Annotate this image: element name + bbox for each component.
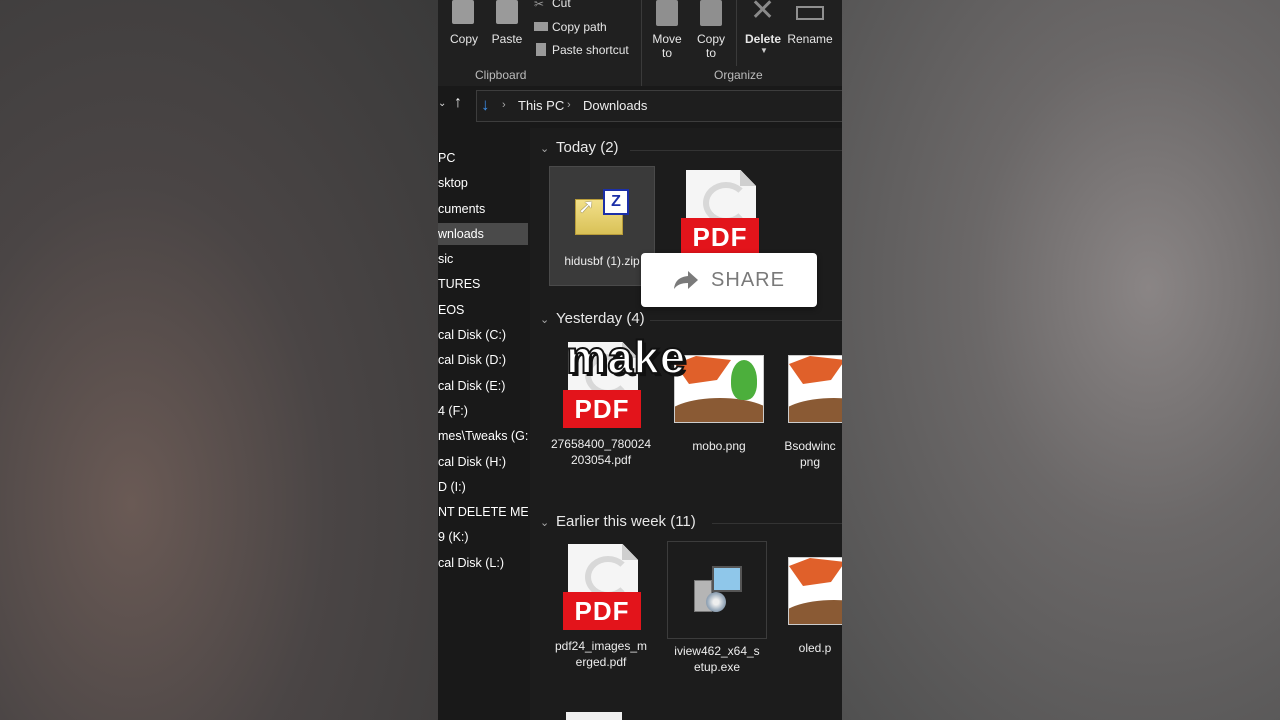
move-to-icon bbox=[656, 0, 678, 26]
file-item-zip[interactable]: Z hidusbf (1).zip bbox=[549, 166, 655, 286]
file-item-partial[interactable] bbox=[566, 712, 622, 720]
nav-item-drive-l[interactable]: cal Disk (L:) bbox=[438, 552, 528, 574]
cut-button[interactable]: ✂ Cut bbox=[534, 0, 630, 13]
nav-item-this-pc[interactable]: PC bbox=[438, 147, 528, 169]
navigation-pane: PC sktop cuments wnloads sic TURES EOS c… bbox=[438, 128, 531, 720]
share-button[interactable]: SHARE bbox=[641, 253, 817, 307]
scissors-icon: ✂ bbox=[534, 0, 545, 11]
paste-shortcut-button[interactable]: Paste shortcut bbox=[534, 41, 634, 59]
organize-group-label: Organize bbox=[714, 68, 763, 82]
nav-item-drive-g[interactable]: mes\Tweaks (G:) bbox=[438, 425, 528, 447]
nav-item-desktop[interactable]: sktop bbox=[438, 172, 528, 194]
nav-item-drive-k[interactable]: 9 (K:) bbox=[438, 526, 528, 548]
nav-item-drive-f[interactable]: 4 (F:) bbox=[438, 400, 528, 422]
nav-item-documents[interactable]: cuments bbox=[438, 198, 528, 220]
breadcrumb-this-pc[interactable]: This PC bbox=[518, 98, 564, 113]
nav-item-drive-d[interactable]: cal Disk (D:) bbox=[438, 349, 528, 371]
chevron-right-icon: › bbox=[502, 99, 506, 111]
chevron-down-icon: ⌄ bbox=[540, 517, 550, 529]
nav-item-drive-h[interactable]: cal Disk (H:) bbox=[438, 451, 528, 473]
copy-to-button[interactable]: Copy to bbox=[694, 0, 728, 62]
group-header-today[interactable]: ⌄ Today (2) bbox=[540, 139, 619, 156]
pdf-file-icon: PDF bbox=[563, 544, 641, 634]
group-header-yesterday[interactable]: ⌄ Yesterday (4) bbox=[540, 310, 645, 327]
caption-overlay: make bbox=[565, 330, 686, 384]
share-arrow-icon bbox=[674, 271, 699, 289]
clipboard-group-label: Clipboard bbox=[475, 68, 527, 82]
close-x-icon: ✕ bbox=[750, 0, 776, 27]
file-item-pdf24-merged[interactable]: PDF pdf24_images_merged.pdf bbox=[548, 544, 654, 670]
nav-item-music[interactable]: sic bbox=[438, 248, 528, 270]
nav-item-drive-e[interactable]: cal Disk (E:) bbox=[438, 375, 528, 397]
group-divider bbox=[712, 523, 842, 524]
file-item-pdf-today[interactable]: PDF bbox=[666, 170, 772, 264]
chevron-right-icon: › bbox=[567, 99, 571, 111]
mouse-cursor-icon: ➚ bbox=[578, 196, 595, 218]
nav-item-downloads[interactable]: wnloads bbox=[438, 223, 528, 245]
file-item-oled-png[interactable]: oled.p bbox=[780, 557, 842, 656]
copy-button[interactable]: Copy bbox=[446, 0, 480, 50]
image-file-icon bbox=[674, 355, 764, 423]
ribbon: Copy Paste ✂ Cut Copy path Paste shortcu… bbox=[438, 0, 842, 87]
copy-path-icon bbox=[534, 22, 548, 31]
copy-icon bbox=[452, 0, 474, 24]
nav-item-drive-j[interactable]: NT DELETE ME (J bbox=[438, 501, 528, 523]
rename-icon bbox=[796, 6, 824, 20]
blurred-background-right bbox=[842, 0, 1280, 720]
chevron-down-icon: ▼ bbox=[760, 46, 768, 55]
downloads-folder-icon: ↓ bbox=[481, 95, 490, 114]
chevron-down-icon: ⌄ bbox=[540, 314, 550, 326]
nav-item-drive-i[interactable]: D (I:) bbox=[438, 476, 528, 498]
file-item-iview-setup-exe[interactable]: iview462_x64_setup.exe bbox=[667, 541, 767, 675]
image-file-icon bbox=[788, 355, 842, 423]
up-arrow-icon[interactable]: ↑ bbox=[454, 94, 462, 112]
nav-item-drive-c[interactable]: cal Disk (C:) bbox=[438, 324, 528, 346]
paste-shortcut-icon bbox=[536, 43, 546, 56]
move-to-button[interactable]: Move to bbox=[650, 0, 684, 62]
nav-item-pictures[interactable]: TURES bbox=[438, 273, 528, 295]
copy-path-button[interactable]: Copy path bbox=[534, 18, 634, 36]
delete-button[interactable]: ✕ Delete ▼ bbox=[742, 0, 784, 62]
file-item-bsodwinc-png[interactable]: Bsodwinc png bbox=[780, 355, 842, 470]
blurred-background-left bbox=[0, 0, 438, 720]
chevron-down-icon[interactable]: ⌄ bbox=[438, 98, 446, 109]
file-list: ⌄ Today (2) Z hidusbf (1).zip ➚ PDF ⌄ Yest… bbox=[530, 128, 842, 720]
paste-button[interactable]: Paste bbox=[490, 0, 524, 50]
chevron-down-icon: ⌄ bbox=[540, 143, 550, 155]
copy-to-icon bbox=[700, 0, 722, 26]
group-divider bbox=[650, 320, 842, 321]
ribbon-separator bbox=[641, 0, 642, 86]
rename-button[interactable]: Rename bbox=[786, 0, 834, 50]
group-header-earlier-this-week[interactable]: ⌄ Earlier this week (11) bbox=[540, 513, 696, 530]
ribbon-separator bbox=[736, 0, 737, 66]
paste-icon bbox=[496, 0, 518, 24]
installer-exe-icon bbox=[667, 541, 767, 639]
group-divider bbox=[630, 150, 842, 151]
breadcrumb-downloads[interactable]: Downloads bbox=[583, 98, 647, 113]
image-file-icon bbox=[788, 557, 842, 625]
pdf-file-icon: PDF bbox=[681, 170, 759, 260]
nav-item-videos[interactable]: EOS bbox=[438, 299, 528, 321]
